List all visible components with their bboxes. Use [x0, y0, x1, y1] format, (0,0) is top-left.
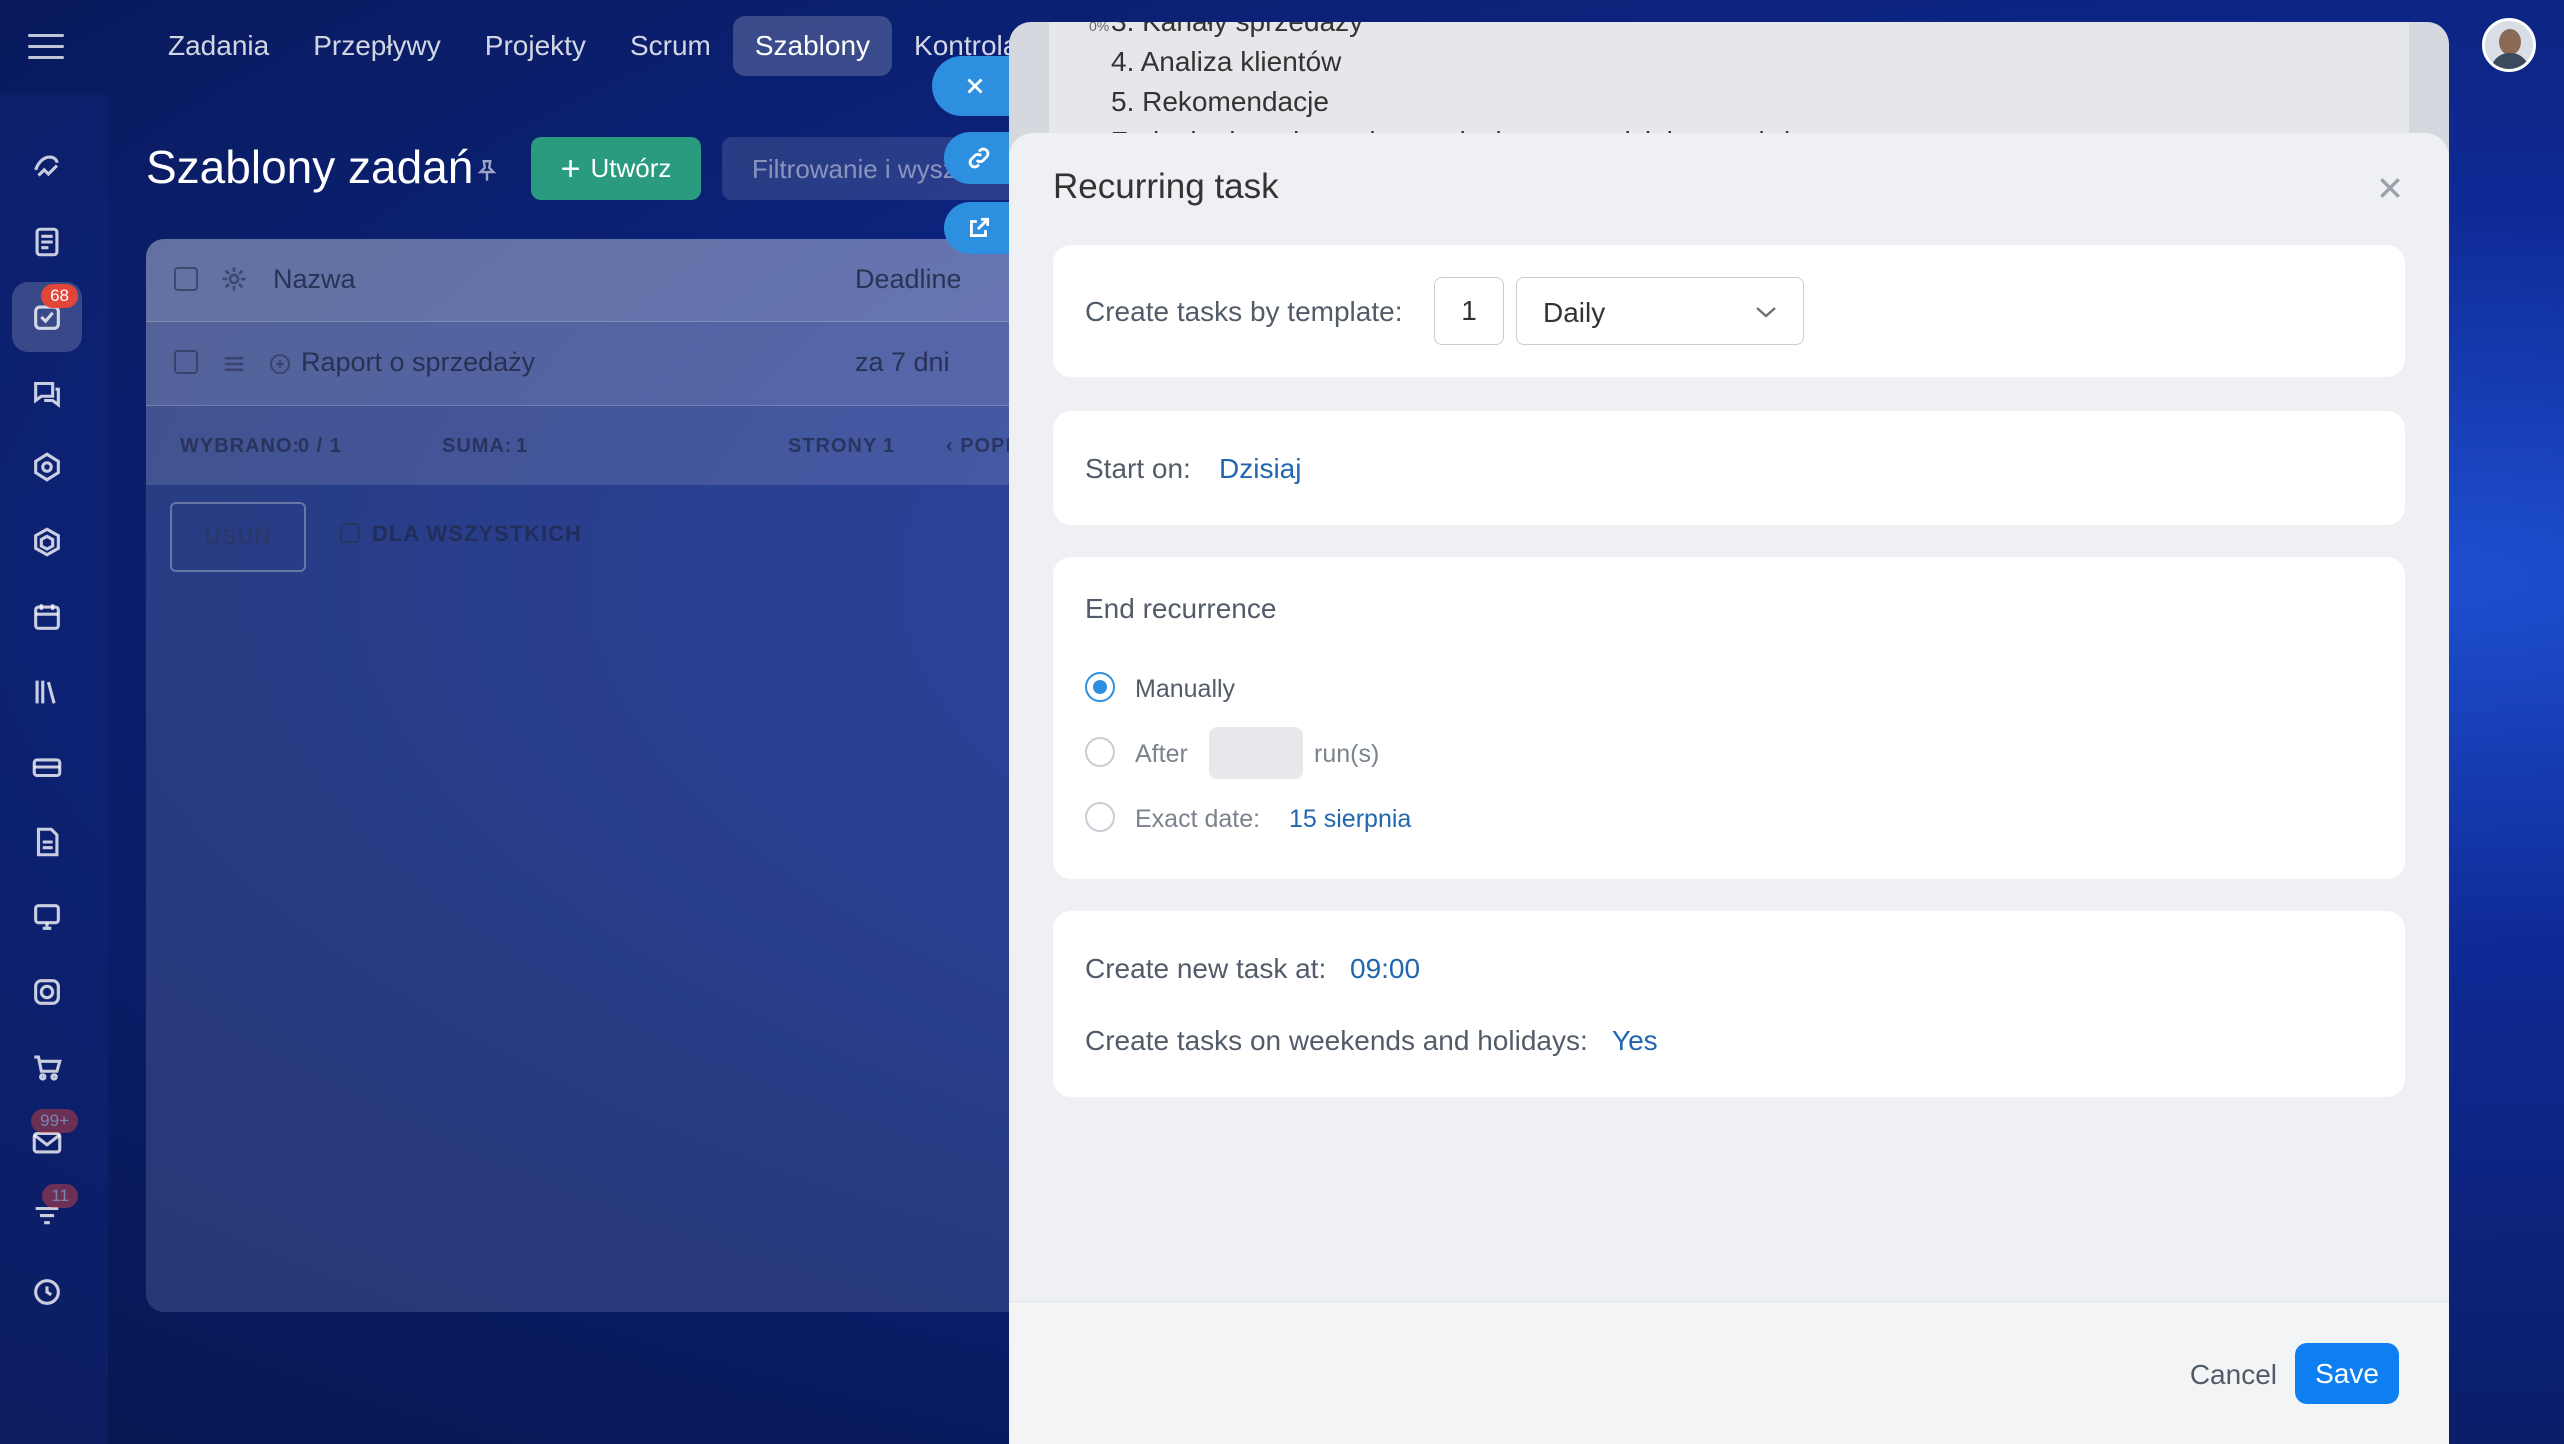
menu-icon[interactable]: [28, 28, 64, 64]
create-button-label: Utwórz: [590, 153, 672, 183]
for-all-label: DLA WSZYSTKICH: [372, 521, 582, 546]
row-menu-icon[interactable]: [220, 350, 248, 378]
calendar-icon[interactable]: [12, 582, 82, 652]
end-recurrence-section: End recurrence Manually After run(s) Exa…: [1053, 557, 2405, 879]
filter-icon[interactable]: 11: [12, 1182, 82, 1252]
recurring-task-dialog: Recurring task Create tasks by template:…: [1009, 133, 2449, 1444]
sites-icon[interactable]: [12, 882, 82, 952]
top-navigation: Zadania Przepływy Projekty Scrum Szablon…: [146, 16, 1040, 76]
end-recurrence-heading: End recurrence: [1085, 593, 1277, 624]
exact-date-link[interactable]: 15 sierpnia: [1289, 805, 1411, 834]
frequency-section: Create tasks by template: 1 Daily: [1053, 245, 2405, 377]
expand-icon[interactable]: [268, 352, 292, 376]
select-all-checkbox[interactable]: [174, 267, 198, 291]
nav-tab-zadania[interactable]: Zadania: [146, 16, 291, 76]
close-icon: [2380, 178, 2400, 198]
create-at-label: Create new task at:: [1085, 953, 1327, 984]
dialog-title: Recurring task: [1053, 167, 1279, 206]
sum-value: 1: [516, 435, 529, 457]
description-line: 5. Rekomendacje: [1111, 86, 1329, 117]
cancel-button[interactable]: Cancel: [2190, 1343, 2277, 1407]
weekends-holidays-label: Create tasks on weekends and holidays:: [1085, 1025, 1588, 1056]
pages-label: STRONY: [788, 435, 878, 457]
start-on-label: Start on:: [1085, 453, 1191, 484]
library-icon[interactable]: [12, 657, 82, 727]
nav-tab-scrum[interactable]: Scrum: [608, 16, 733, 76]
dialog-footer: Cancel Save: [1009, 1301, 2449, 1444]
delete-button[interactable]: USUŃ: [170, 502, 306, 572]
filter-badge: 11: [42, 1184, 78, 1208]
create-at-time-link[interactable]: 09:00: [1350, 953, 1420, 985]
column-header-deadline[interactable]: Deadline: [855, 264, 962, 295]
document-icon[interactable]: [12, 807, 82, 877]
radio-exact-date[interactable]: [1085, 802, 1115, 832]
page-title: Szablony zadań: [146, 141, 474, 193]
column-header-name[interactable]: Nazwa: [273, 264, 356, 295]
hexagon-icon[interactable]: [12, 507, 82, 577]
chevron-down-icon: [1756, 307, 1776, 318]
sum-label: SUMA:: [442, 435, 513, 457]
create-by-template-label: Create tasks by template:: [1085, 296, 1403, 327]
start-on-date-link[interactable]: Dzisiaj: [1219, 453, 1301, 485]
nav-tab-przeplywy[interactable]: Przepływy: [291, 16, 463, 76]
mail-icon[interactable]: 99+: [12, 1107, 82, 1177]
feed-icon[interactable]: [12, 207, 82, 277]
description-line: 3. Kanały sprzedaży: [1111, 22, 1363, 38]
link-icon: [968, 147, 990, 169]
pin-icon[interactable]: [474, 158, 500, 184]
for-all-checkbox[interactable]: [340, 523, 360, 543]
grid-footer: WYBRANO: 0 / 1 SUMA: 1 STRONY 1 ‹ POPRZE…: [146, 405, 1100, 485]
selected-value: 0 / 1: [298, 435, 342, 457]
grid-header: Nazwa Deadline: [146, 239, 1026, 321]
workflow-icon[interactable]: [12, 957, 82, 1027]
radio-after-label[interactable]: After: [1135, 740, 1188, 769]
start-on-section: Start on: Dzisiaj: [1053, 411, 2405, 525]
gear-icon[interactable]: [220, 265, 248, 293]
user-avatar[interactable]: [2482, 18, 2536, 72]
mail-badge: 99+: [31, 1109, 78, 1133]
frequency-select-value: Daily: [1543, 297, 1606, 328]
row-deadline: za 7 dni: [855, 347, 950, 377]
tasks-badge: 68: [41, 284, 78, 308]
schedule-options-section: Create new task at: 09:00 Create tasks o…: [1053, 911, 2405, 1097]
interval-input[interactable]: 1: [1434, 277, 1504, 345]
crm-icon[interactable]: [12, 432, 82, 502]
dialog-close-button[interactable]: [2377, 175, 2403, 201]
description-line: 4. Analiza klientów: [1111, 46, 1342, 77]
row-template-name[interactable]: Raport o sprzedaży: [301, 347, 535, 378]
shop-icon[interactable]: [12, 1032, 82, 1102]
selected-label: WYBRANO:: [180, 435, 301, 457]
templates-grid: Nazwa Deadline Raport o sprzedaży za 7 d…: [146, 239, 1100, 1312]
radio-after[interactable]: [1085, 737, 1115, 767]
tasks-icon[interactable]: 68: [12, 282, 82, 352]
save-button[interactable]: Save: [2295, 1343, 2399, 1404]
nav-tab-projekty[interactable]: Projekty: [463, 16, 608, 76]
row-checkbox[interactable]: [174, 350, 198, 374]
drive-icon[interactable]: [12, 732, 82, 802]
nav-tab-szablony[interactable]: Szablony: [732, 16, 893, 76]
runs-suffix-label: run(s): [1314, 740, 1380, 768]
plus-icon: +: [560, 149, 581, 188]
pages-value: 1: [883, 435, 896, 457]
left-sidebar: 68 99+ 11: [0, 95, 108, 1444]
runs-count-input[interactable]: [1209, 727, 1303, 779]
marketing-icon[interactable]: [12, 1257, 82, 1327]
frequency-select[interactable]: Daily: [1516, 277, 1804, 345]
close-icon: [967, 78, 983, 94]
activity-icon[interactable]: [12, 132, 82, 202]
radio-manually-label[interactable]: Manually: [1135, 675, 1235, 704]
create-button[interactable]: + Utwórz: [531, 137, 701, 200]
radio-manually[interactable]: [1085, 672, 1115, 702]
weekends-holidays-toggle[interactable]: Yes: [1612, 1025, 1658, 1057]
chat-icon[interactable]: [12, 357, 82, 427]
radio-exact-date-label[interactable]: Exact date:: [1135, 805, 1260, 834]
external-link-icon: [970, 217, 990, 237]
table-row[interactable]: Raport o sprzedaży za 7 dni: [146, 321, 1026, 405]
progress-percent: 0%: [1089, 22, 1110, 34]
